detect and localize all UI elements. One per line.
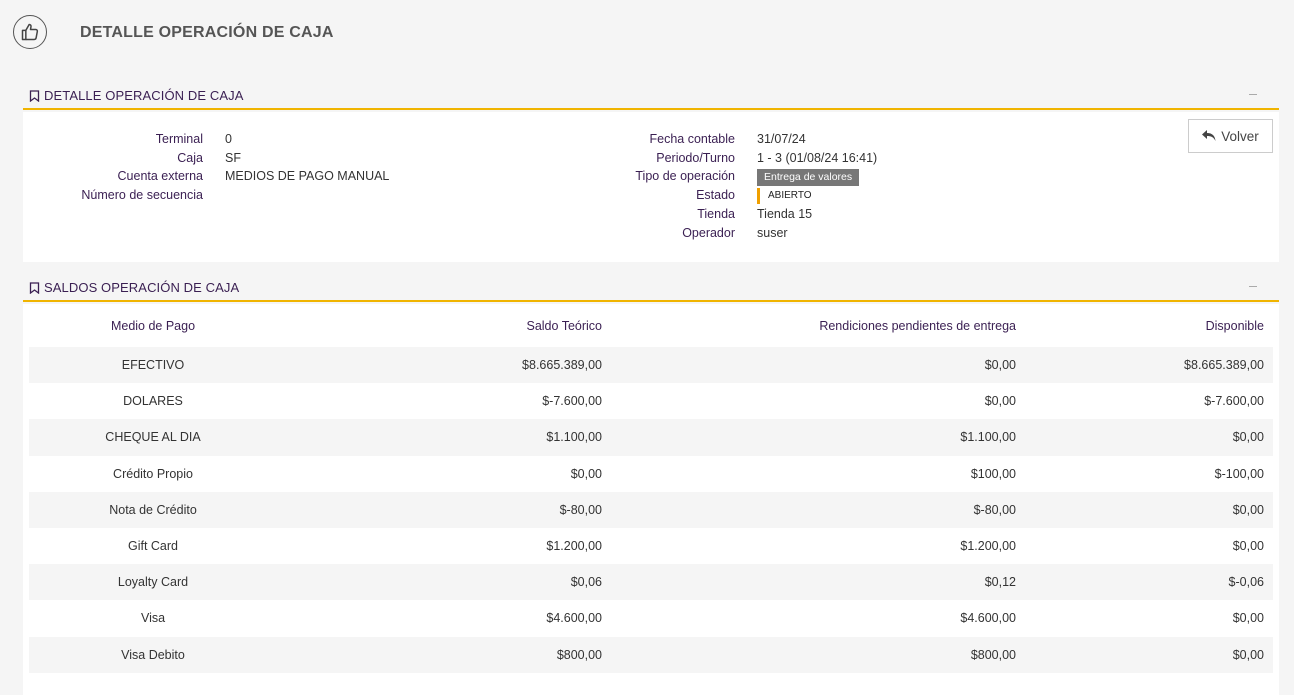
cell-disponible: $0,00 (1025, 491, 1273, 528)
detalle-panel: Terminal 0 Caja SF Cuenta externa MEDIOS… (23, 112, 1279, 262)
col-saldo-teorico: Saldo Teórico (526, 318, 602, 333)
fecha-contable-label: Fecha contable (649, 132, 735, 146)
cell-saldo: $0,00 (570, 466, 602, 481)
saldos-table: Medio de Pago Saldo Teórico Rendiciones … (29, 304, 1273, 673)
collapse-icon[interactable] (1249, 94, 1257, 95)
periodo-turno-label: Periodo/Turno (656, 151, 735, 165)
reply-arrow-icon (1202, 130, 1216, 141)
cell-disponible: $0,00 (1025, 636, 1273, 673)
cell-saldo: $0,06 (277, 564, 611, 601)
col-disponible: Disponible (1205, 318, 1264, 333)
table-row: Loyalty Card $0,06 $0,12 $-0,06 (29, 564, 1273, 601)
operador-label: Operador (682, 226, 735, 240)
cell-saldo: $8.665.389,00 (277, 347, 611, 384)
detalle-section-header[interactable]: DETALLE OPERACIÓN DE CAJA (23, 86, 1279, 110)
cell-rendiciones: $-80,00 (611, 491, 1025, 528)
page-title: DETALLE OPERACIÓN DE CAJA (80, 24, 334, 41)
bookmark-icon (29, 89, 40, 102)
periodo-turno-value: 1 - 3 (01/08/24 16:41) (757, 151, 878, 165)
table-row: CHEQUE AL DIA $1.100,00 $1.100,00 $0,00 (29, 419, 1273, 456)
table-row: Crédito Propio $0,00 $100,00 $-100,00 (29, 456, 1273, 492)
table-header-row: Medio de Pago Saldo Teórico Rendiciones … (29, 304, 1273, 347)
cell-rendiciones: $0,12 (611, 564, 1025, 601)
table-row: Visa Debito $800,00 $800,00 $0,00 (29, 636, 1273, 673)
cell-medio: EFECTIVO (29, 347, 277, 384)
cell-disponible: $0,00 (1025, 419, 1273, 456)
cell-medio: Gift Card (127, 539, 178, 554)
cuenta-externa-value: MEDIOS DE PAGO MANUAL (225, 169, 390, 183)
thumbs-up-icon (13, 15, 47, 49)
page-header: DETALLE OPERACIÓN DE CAJA (0, 0, 1294, 66)
cell-saldo: $-80,00 (277, 491, 611, 528)
cell-rendiciones: $4.600,00 (960, 611, 1016, 626)
table-row: Gift Card $1.200,00 $1.200,00 $0,00 (29, 528, 1273, 564)
tienda-value: Tienda 15 (757, 207, 813, 221)
cell-rendiciones: $1.100,00 (611, 419, 1025, 456)
cuenta-externa-label: Cuenta externa (117, 169, 203, 183)
volver-button[interactable]: Volver (1188, 119, 1273, 153)
cell-disponible: $8.665.389,00 (1025, 347, 1273, 384)
cell-medio: Visa Debito (29, 636, 277, 673)
cell-saldo: $1.100,00 (277, 419, 611, 456)
cell-disponible: $-0,06 (1025, 564, 1273, 601)
cell-rendiciones: $100,00 (970, 466, 1016, 481)
cell-disponible: $-100,00 (1214, 466, 1264, 481)
cell-disponible: $0,00 (1232, 539, 1264, 554)
table-row: Nota de Crédito $-80,00 $-80,00 $0,00 (29, 491, 1273, 528)
table-row: DOLARES $-7.600,00 $0,00 $-7.600,00 (29, 383, 1273, 419)
cell-rendiciones: $800,00 (611, 636, 1025, 673)
col-medio-pago: Medio de Pago (110, 318, 196, 333)
cell-saldo: $800,00 (277, 636, 611, 673)
terminal-value: 0 (225, 132, 232, 146)
cell-medio: CHEQUE AL DIA (29, 419, 277, 456)
operador-value: suser (757, 226, 788, 240)
tienda-label: Tienda (697, 207, 735, 221)
caja-label: Caja (177, 151, 203, 165)
collapse-icon[interactable] (1249, 286, 1257, 287)
bookmark-icon (29, 281, 40, 294)
volver-label: Volver (1221, 128, 1259, 144)
cell-disponible: $-7.600,00 (1204, 394, 1264, 409)
tipo-operacion-badge: Entrega de valores (757, 169, 860, 186)
fecha-contable-value: 31/07/24 (757, 132, 806, 146)
saldos-section-title: SALDOS OPERACIÓN DE CAJA (44, 280, 240, 295)
cell-disponible: $0,00 (1232, 611, 1264, 626)
detalle-section-title: DETALLE OPERACIÓN DE CAJA (44, 88, 244, 103)
tipo-operacion-label: Tipo de operación (635, 169, 735, 183)
cell-medio: DOLARES (123, 394, 183, 409)
cell-rendiciones: $0,00 (611, 347, 1025, 384)
cell-medio: Crédito Propio (113, 466, 193, 481)
cell-rendiciones: $0,00 (984, 394, 1016, 409)
table-row: EFECTIVO $8.665.389,00 $0,00 $8.665.389,… (29, 347, 1273, 384)
col-rendiciones: Rendiciones pendientes de entrega (819, 318, 1016, 333)
cell-rendiciones: $1.200,00 (960, 539, 1016, 554)
estado-badge: ABIERTO (757, 188, 812, 204)
cell-saldo: $4.600,00 (546, 611, 602, 626)
cell-saldo: $-7.600,00 (542, 394, 602, 409)
cell-saldo: $1.200,00 (546, 539, 602, 554)
cell-medio: Nota de Crédito (29, 491, 277, 528)
saldos-panel: Medio de Pago Saldo Teórico Rendiciones … (23, 304, 1279, 695)
caja-value: SF (225, 151, 241, 165)
terminal-label: Terminal (155, 132, 203, 146)
cell-medio: Visa (140, 611, 166, 626)
cell-medio: Loyalty Card (29, 564, 277, 601)
numero-secuencia-label: Número de secuencia (81, 188, 203, 202)
saldos-section-header[interactable]: SALDOS OPERACIÓN DE CAJA (23, 278, 1279, 302)
table-row: Visa $4.600,00 $4.600,00 $0,00 (29, 600, 1273, 636)
estado-label: Estado (696, 188, 735, 202)
